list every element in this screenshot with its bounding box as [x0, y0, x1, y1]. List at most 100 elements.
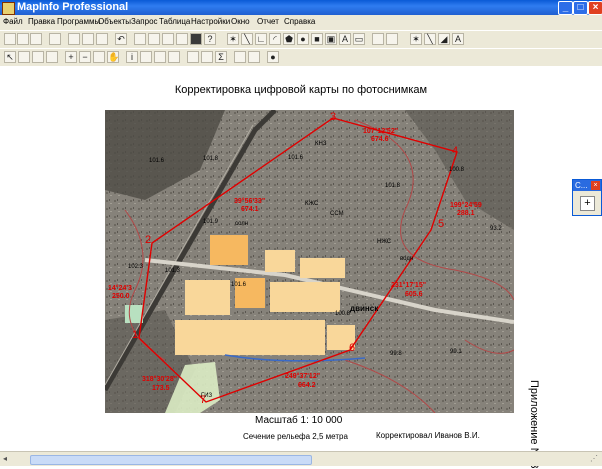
cut-icon[interactable]	[68, 33, 80, 45]
menu-options[interactable]: Настройки	[191, 16, 230, 28]
bearing-angle: 39°56'33"	[234, 198, 266, 205]
statistics-icon[interactable]: Σ	[215, 51, 227, 63]
new-redistrict-icon[interactable]	[190, 33, 202, 45]
minimize-button[interactable]: _	[558, 1, 573, 15]
region-style-icon[interactable]: ◢	[438, 33, 450, 45]
scroll-thumb[interactable]	[30, 455, 312, 465]
menu-query[interactable]: Запрос	[131, 16, 158, 28]
elevation-label: 101.9	[203, 219, 219, 225]
label-icon[interactable]	[154, 51, 166, 63]
new-layout-icon[interactable]	[176, 33, 188, 45]
marquee-select-icon[interactable]	[18, 51, 30, 63]
info-icon[interactable]: i	[126, 51, 138, 63]
polygon-select-icon[interactable]	[46, 51, 58, 63]
point-label: 4	[452, 145, 459, 157]
bearing-distance: 664.2	[298, 382, 316, 389]
zoom-out-icon[interactable]: −	[79, 51, 91, 63]
menu-table[interactable]: Таблица	[159, 16, 190, 28]
bearing-distance: 250.0	[112, 293, 130, 300]
paste-icon[interactable]	[96, 33, 108, 45]
boundary-select-icon[interactable]	[234, 51, 246, 63]
zoom-in-icon[interactable]: +	[65, 51, 77, 63]
maximize-button[interactable]: □	[573, 1, 588, 15]
bearing-angle: 199°24'59	[450, 202, 482, 209]
palette-close-icon[interactable]: ×	[591, 181, 600, 190]
point-label: 1	[132, 329, 139, 341]
line-icon[interactable]: ╲	[241, 33, 253, 45]
plus-icon[interactable]: +	[580, 196, 595, 211]
menu-programs[interactable]: Программы	[57, 16, 100, 28]
arc-icon[interactable]: ◜	[269, 33, 281, 45]
grabber-icon[interactable]: ✋	[107, 51, 119, 63]
frame-icon[interactable]: ▭	[353, 33, 365, 45]
palette-title: С...	[575, 181, 588, 190]
new-document-icon[interactable]	[4, 33, 16, 45]
bearing-angle: 231°17'15"	[391, 282, 427, 289]
change-view-icon[interactable]	[93, 51, 105, 63]
drag-window-icon[interactable]	[168, 51, 180, 63]
text-icon[interactable]: A	[339, 33, 351, 45]
new-browser-icon[interactable]	[134, 33, 146, 45]
ellipse-icon[interactable]: ●	[297, 33, 309, 45]
menu-help[interactable]: Справка	[284, 16, 315, 28]
main-toolbar: ↶ ? ✶ ╲ ∟ ◜ ⬟ ● ■ ▣ A ▭ ✶ ╲ ◢ A	[0, 31, 602, 48]
line-style-icon[interactable]: ╲	[424, 33, 436, 45]
select-icon[interactable]: ↖	[4, 51, 16, 63]
new-mapper-icon[interactable]	[148, 33, 160, 45]
ruler-icon[interactable]	[140, 51, 152, 63]
corrector-note: Корректировал Иванов В.И.	[376, 431, 480, 440]
bearing-distance: 173.5	[152, 385, 170, 392]
menu-edit[interactable]: Правка	[28, 16, 55, 28]
menu-file[interactable]: Файл	[3, 16, 23, 28]
horizontal-scrollbar[interactable]: ◂ ⋰	[0, 451, 602, 466]
app-icon	[2, 2, 15, 15]
bearing-distance: 605.6	[405, 291, 423, 298]
rounded-rectangle-icon[interactable]: ▣	[325, 33, 337, 45]
symbol-style-icon[interactable]: ✶	[410, 33, 422, 45]
object-tag: водн	[400, 256, 414, 262]
bearing-distance: 674.6	[371, 136, 389, 143]
elevation-label: 99.1	[450, 349, 462, 355]
elevation-label: 93.2	[490, 226, 502, 232]
polygon-icon[interactable]: ⬟	[283, 33, 295, 45]
close-button[interactable]: ×	[588, 1, 602, 15]
symbol-icon[interactable]: ✶	[227, 33, 239, 45]
object-tag: КНЗ	[315, 141, 327, 147]
bearing-distance: 288.1	[457, 210, 475, 217]
rectangle-icon[interactable]: ■	[311, 33, 323, 45]
scroll-left-icon[interactable]: ◂	[3, 454, 13, 464]
elevation-label: 101.3	[165, 268, 181, 274]
menu-report[interactable]: Отчет	[257, 16, 279, 28]
new-grapher-icon[interactable]	[162, 33, 174, 45]
menu-window[interactable]: Окно	[231, 16, 250, 28]
resize-grip-icon[interactable]: ⋰	[590, 454, 600, 464]
map-photo[interactable]: 1 2 3 4 5 6 7 107°12'52" 674.6 199°24'59…	[105, 110, 514, 413]
text-style-icon[interactable]: A	[452, 33, 464, 45]
record-icon[interactable]: ●	[267, 51, 279, 63]
palette-title-bar[interactable]: С... ×	[573, 180, 601, 191]
bearing-angle: 249°37'12"	[285, 373, 321, 380]
title-bar: MapInfo Professional _ □ ×	[0, 0, 602, 15]
print-icon[interactable]	[49, 33, 61, 45]
elevation-label: 101.8	[203, 156, 219, 162]
hotlink-icon[interactable]	[248, 51, 260, 63]
add-node-icon[interactable]	[386, 33, 398, 45]
copy-icon[interactable]	[82, 33, 94, 45]
polyline-icon[interactable]: ∟	[255, 33, 267, 45]
elevation-label: 101.6	[231, 282, 247, 288]
help-icon[interactable]: ?	[204, 33, 216, 45]
undo-icon[interactable]: ↶	[115, 33, 127, 45]
elevation-label: 100.8	[449, 167, 465, 173]
menu-objects[interactable]: Объекты	[98, 16, 131, 28]
menu-bar: Файл Правка Программы Объекты Запрос Таб…	[0, 15, 602, 30]
floating-palette[interactable]: С... × +	[572, 179, 602, 216]
layer-control-icon[interactable]	[187, 51, 199, 63]
save-icon[interactable]	[30, 33, 42, 45]
reshape-icon[interactable]	[372, 33, 384, 45]
bearing-angle: 107°12'52"	[363, 128, 399, 135]
radius-select-icon[interactable]	[32, 51, 44, 63]
point-label: 6	[349, 342, 356, 354]
legend-icon[interactable]	[201, 51, 213, 63]
open-icon[interactable]	[17, 33, 29, 45]
point-label: 3	[330, 111, 337, 123]
